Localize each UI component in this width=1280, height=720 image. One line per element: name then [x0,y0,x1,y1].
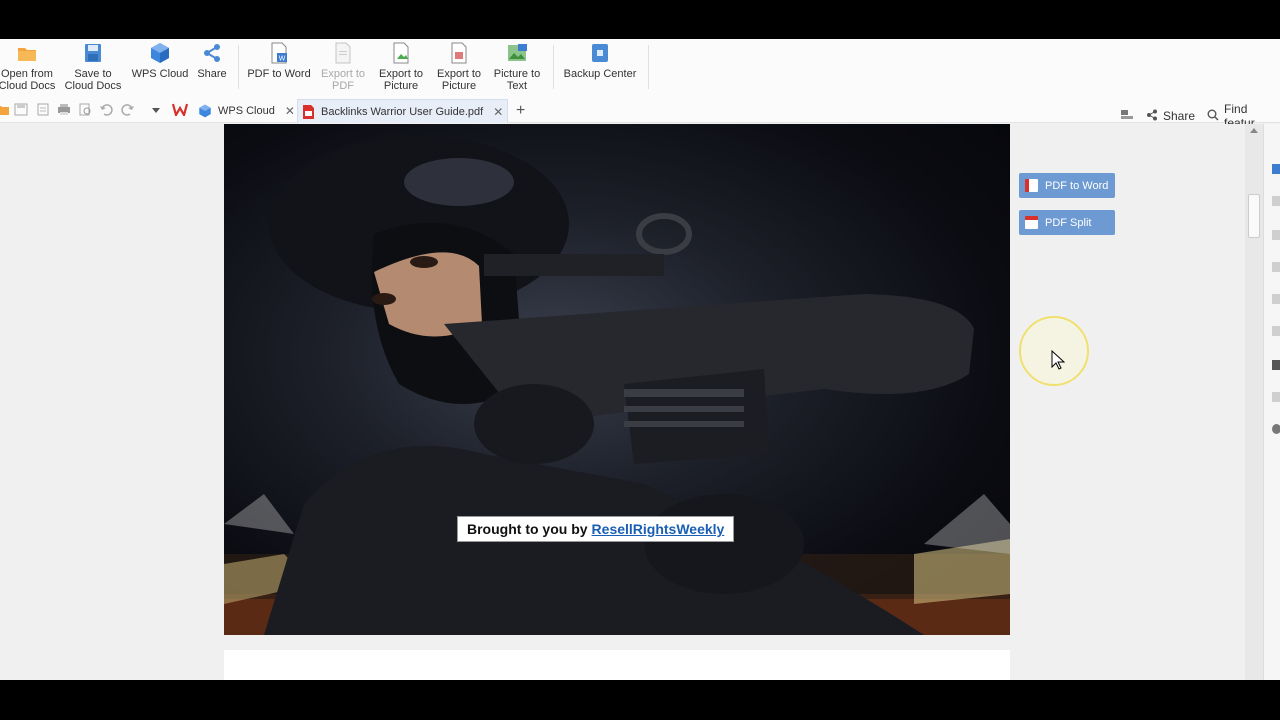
tab-document[interactable]: Backlinks Warrior User Guide.pdf ✕ [297,99,509,123]
undo-icon[interactable] [99,103,113,116]
cover-image [224,124,1010,635]
picture-to-text-icon [506,42,528,64]
folder-icon [16,42,38,64]
picture-to-text-button[interactable]: Picture to Text [489,39,545,97]
redo-icon[interactable] [121,103,135,116]
export-to-picture-button-2[interactable]: Export to Picture [431,39,487,97]
backup-center-button[interactable]: Backup Center [560,39,640,97]
panel-tool-icon[interactable] [1272,294,1280,304]
close-tab-icon[interactable]: ✕ [285,104,295,118]
panel-tool-icon[interactable] [1272,230,1280,240]
scrollbar-thumb[interactable] [1248,194,1260,238]
export-to-picture-button-1[interactable]: Export to Picture [373,39,429,97]
pdf-split-float-label: PDF Split [1045,216,1092,229]
wps-logo-icon[interactable] [171,103,189,118]
share-icon [201,42,223,64]
layout-icon[interactable] [1120,109,1134,124]
folder-open-icon[interactable] [0,103,10,116]
wps-cloud-tab-icon [198,104,212,118]
print-preview-icon[interactable] [78,103,92,116]
wps-cloud-button[interactable]: WPS Cloud [130,39,190,97]
right-side-panel [1263,124,1280,680]
tab-wps-cloud[interactable]: WPS Cloud ✕ [194,99,299,123]
backup-center-label: Backup Center [563,68,637,80]
letterbox-top [0,0,1280,39]
letterbox-bottom [0,680,1280,720]
vertical-scrollbar[interactable] [1245,124,1263,680]
cube-icon [149,42,171,64]
pdf-split-float-button[interactable]: PDF Split [1019,210,1115,235]
print-icon[interactable] [57,103,71,116]
panel-tool-icon[interactable] [1272,262,1280,272]
pdf-split-small-icon [1025,216,1038,229]
share-tab-button[interactable]: Share [1146,109,1195,124]
export-to-pdf-label: Export to PDF [320,68,366,92]
resell-rights-weekly-link[interactable]: ResellRightsWeekly [592,521,725,537]
share-tab-label: Share [1163,109,1196,123]
gear-icon[interactable] [1272,424,1280,434]
tab-document-label: Backlinks Warrior User Guide.pdf [321,105,484,118]
tab-bar: WPS Cloud ✕ Backlinks Warrior User Guide… [0,97,1280,130]
wps-pdf-window: Open from Cloud Docs Save to Cloud Docs … [0,39,1280,680]
pdf-to-word-button[interactable]: W PDF to Word [244,39,314,97]
share-ribbon-button[interactable]: Share [194,39,230,97]
open-from-cloud-docs-button[interactable]: Open from Cloud Docs [0,39,56,97]
pdf-to-word-float-button[interactable]: PDF to Word [1019,173,1115,198]
panel-tool-icon[interactable] [1272,360,1280,370]
wps-cloud-label: WPS Cloud [131,68,189,80]
quick-access-dropdown-icon[interactable] [149,103,163,116]
export-picture-icon [390,42,412,64]
ribbon-toolbar: Open from Cloud Docs Save to Cloud Docs … [0,39,1280,97]
ribbon-separator [648,45,649,89]
search-icon [1207,109,1219,124]
pdf-to-word-label: PDF to Word [247,68,311,80]
picture-to-text-label: Picture to Text [493,68,541,92]
mouse-pointer-icon [1051,349,1066,370]
pdf-to-word-icon: W [268,42,290,64]
pdf-file-icon [302,104,315,119]
new-tab-button[interactable]: + [512,99,529,123]
export-to-picture-label-2: Export to Picture [436,68,482,92]
cloud-save-icon [82,42,104,64]
export-pdf-small-icon[interactable] [36,103,50,116]
scroll-up-icon[interactable] [1250,128,1258,133]
panel-tool-icon[interactable] [1272,392,1280,402]
export-to-pdf-button[interactable]: Export to PDF [316,39,370,97]
backup-icon [589,42,611,64]
export-picture-alt-icon [448,42,470,64]
document-area: Brought to you by ResellRightsWeekly PDF… [0,124,1245,680]
panel-tool-icon[interactable] [1272,326,1280,336]
panel-tool-icon[interactable] [1272,196,1280,206]
share-ribbon-label: Share [197,68,227,80]
pdf-to-word-float-label: PDF to Word [1045,179,1109,192]
tab-wps-cloud-label: WPS Cloud [218,105,275,117]
export-to-picture-label-1: Export to Picture [378,68,424,92]
save-icon[interactable] [14,103,28,116]
save-to-cloud-docs-label: Save to Cloud Docs [64,68,122,92]
open-from-cloud-docs-label: Open from Cloud Docs [0,68,56,92]
share-small-icon [1146,109,1158,124]
export-pdf-icon [332,42,354,64]
next-page [224,650,1010,680]
save-to-cloud-docs-button[interactable]: Save to Cloud Docs [62,39,124,97]
panel-tool-icon[interactable] [1272,164,1280,174]
svg-text:W: W [279,56,286,63]
ribbon-separator [238,45,239,89]
caption-prefix: Brought to you by [467,521,588,537]
ribbon-separator [553,45,554,89]
cover-caption: Brought to you by ResellRightsWeekly [457,516,735,542]
close-tab-icon[interactable]: ✕ [493,105,503,119]
pdf-to-word-small-icon [1025,179,1038,192]
